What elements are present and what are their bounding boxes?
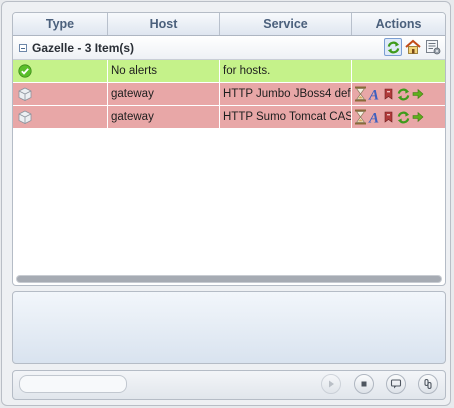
group-toolbar [384,38,442,56]
go-arrow-icon[interactable] [412,111,424,123]
comment-icon[interactable] [386,374,406,394]
recheck-icon[interactable] [396,87,411,102]
service-cell[interactable]: HTTP Sumo Tomcat CAS [220,106,352,128]
note-icon[interactable] [383,87,395,101]
horizontal-scrollbar[interactable] [16,275,442,283]
note-icon[interactable] [383,110,395,124]
window: Type Host Service Actions Gazelle - 3 It… [1,1,451,406]
actions-cell: A [352,83,445,105]
play-icon[interactable] [321,374,341,394]
grid-header: Type Host Service Actions [13,13,445,36]
stop-icon[interactable] [354,374,374,394]
server-box-icon [18,87,32,101]
go-arrow-icon[interactable] [412,88,424,100]
footer-toolbar [12,370,446,400]
filter-input[interactable] [19,375,127,393]
link-icon[interactable] [418,374,438,394]
schedule-hourglass-icon[interactable] [354,86,367,102]
group-title: Gazelle - 3 Item(s) [32,40,135,55]
home-icon[interactable] [404,38,422,56]
acknowledge-icon[interactable]: A [368,109,382,126]
actions-cell [352,60,445,82]
table-row[interactable]: gateway HTTP Sumo Tomcat CAS A [13,106,445,129]
ok-check-icon [18,64,32,78]
recheck-icon[interactable] [396,110,411,125]
svg-text:A: A [368,88,379,103]
service-cell: for hosts. [220,60,352,82]
alerts-grid: Type Host Service Actions Gazelle - 3 It… [12,12,446,286]
host-cell: No alerts [108,60,220,82]
details-panel [12,291,446,364]
column-header-host[interactable]: Host [108,13,220,35]
column-header-type[interactable]: Type [13,13,108,35]
schedule-hourglass-icon[interactable] [354,109,367,125]
refresh-icon[interactable] [384,38,402,56]
svg-text:A: A [368,111,379,126]
table-row[interactable]: No alerts for hosts. [13,60,445,83]
host-cell[interactable]: gateway [108,83,220,105]
column-header-actions[interactable]: Actions [352,13,445,35]
group-header: Gazelle - 3 Item(s) [13,36,445,60]
table-row[interactable]: gateway HTTP Jumbo JBoss4 default A [13,83,445,106]
collapse-toggle-icon[interactable] [19,43,27,52]
column-header-service[interactable]: Service [220,13,352,35]
acknowledge-icon[interactable]: A [368,86,382,103]
host-cell[interactable]: gateway [108,106,220,128]
actions-cell: A [352,106,445,128]
server-box-icon [18,110,32,124]
service-cell[interactable]: HTTP Jumbo JBoss4 default [220,83,352,105]
settings-list-icon[interactable] [424,38,442,56]
scrollbar-thumb[interactable] [17,276,441,282]
